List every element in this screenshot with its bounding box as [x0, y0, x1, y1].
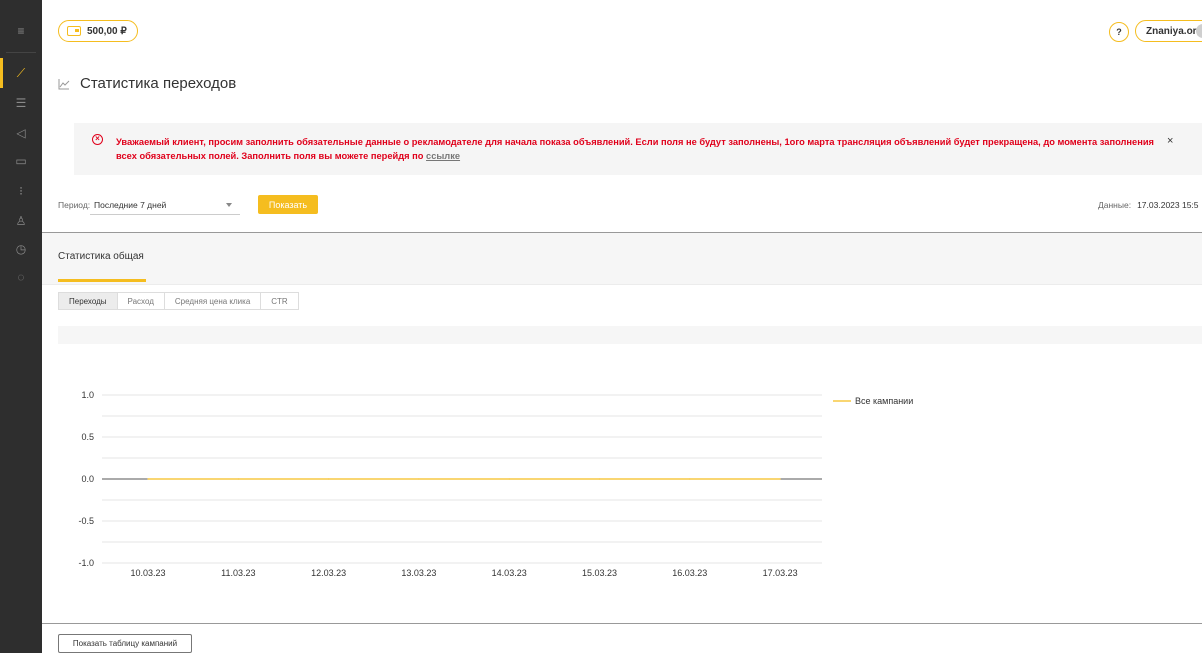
help-button[interactable]: ? — [1109, 22, 1129, 42]
data-label: Данные: — [1098, 200, 1132, 210]
y-tick-label: 0.0 — [81, 474, 94, 484]
error-circle-icon: × — [92, 134, 103, 145]
stats-header: Статистика общая — [42, 233, 1202, 285]
show-button[interactable]: Показать — [258, 195, 318, 214]
data-point — [237, 478, 239, 480]
sidebar-active-indicator — [0, 58, 3, 88]
tab-spend[interactable]: Расход — [117, 293, 165, 309]
stats-title-underline — [58, 279, 146, 282]
legend-label: Все кампании — [855, 396, 913, 406]
y-tick-label: -0.5 — [78, 516, 94, 526]
y-tick-label: 1.0 — [81, 390, 94, 400]
sidebar: ≡ ⟋ ☰ ◁ ▭ ⁝ ♙ ◷ ◌ — [0, 0, 42, 653]
line-chart: 1.0 0.5 0.0 -0.5 -1.0 10.03.23 11.03.23 12.03.2… — [78, 390, 913, 578]
card-icon[interactable]: ▭ — [8, 150, 34, 172]
chart-icon[interactable]: ⟋ — [8, 62, 34, 84]
account-button[interactable]: Znaniya.org — [1135, 20, 1202, 42]
x-tick-label: 13.03.23 — [401, 568, 436, 578]
bottom-divider — [42, 623, 1202, 624]
alert-banner: × Уважаемый клиент, просим заполнить обя… — [74, 123, 1202, 175]
chevron-down-icon — [226, 203, 232, 207]
users-icon[interactable]: ♙ — [8, 210, 34, 232]
account-name: Znaniya.org — [1146, 25, 1202, 37]
data-value: 17.03.2023 15:5 — [1137, 200, 1199, 210]
page-title-text: Статистика переходов — [80, 75, 237, 92]
period-label: Период: — [58, 200, 91, 210]
close-icon[interactable]: × — [1167, 135, 1173, 147]
chart-toolbar — [58, 326, 1202, 344]
data-point — [598, 478, 601, 480]
balance-badge[interactable]: 500,00 ₽ — [58, 20, 138, 42]
filter-list-icon[interactable]: ⁝ — [8, 180, 34, 202]
tab-clicks[interactable]: Переходы — [59, 293, 118, 309]
stats-title: Статистика общая — [58, 251, 144, 262]
y-tick-label: -1.0 — [78, 558, 94, 568]
show-campaign-table-button[interactable]: Показать таблицу кампаний — [58, 634, 192, 653]
tab-avg-cpc[interactable]: Средняя цена клика — [164, 293, 262, 309]
tab-ctr[interactable]: CTR — [261, 293, 298, 309]
x-tick-label: 15.03.23 — [582, 568, 617, 578]
data-info: Данные: 17.03.2023 15:5 — [1098, 200, 1202, 210]
topbar: 500,00 ₽ ? Znaniya.org — [42, 0, 1202, 60]
chat-icon[interactable]: ◌ — [8, 266, 34, 288]
line-chart-icon — [58, 78, 70, 89]
x-tick-label: 17.03.23 — [763, 568, 798, 578]
x-tick-label: 11.03.23 — [221, 568, 255, 578]
megaphone-icon[interactable]: ◁ — [8, 122, 34, 144]
page-title: Статистика переходов — [58, 75, 236, 92]
data-point — [508, 478, 510, 480]
x-tick-label: 14.03.23 — [492, 568, 527, 578]
list-icon[interactable]: ☰ — [8, 92, 34, 114]
alert-message: Уважаемый клиент, просим заполнить обяза… — [116, 137, 1154, 161]
period-value: Последние 7 дней — [94, 200, 167, 210]
filter-row: Период: Последние 7 дней Показать Данные… — [58, 195, 1202, 217]
data-point — [689, 478, 691, 480]
alert-text: Уважаемый клиент, просим заполнить обяза… — [116, 135, 1156, 163]
data-point — [328, 478, 330, 480]
menu-icon[interactable]: ≡ — [8, 20, 34, 42]
x-tick-label: 16.03.23 — [672, 568, 707, 578]
sidebar-divider — [6, 52, 36, 53]
main-content: 500,00 ₽ ? Znaniya.org Статистика перехо… — [42, 0, 1202, 653]
data-point — [779, 478, 781, 480]
period-select[interactable]: Последние 7 дней — [90, 195, 240, 215]
stats-tabs: Переходы Расход Средняя цена клика CTR — [58, 292, 299, 310]
x-tick-label: 10.03.23 — [130, 568, 165, 578]
alert-link[interactable]: ссылке — [426, 151, 460, 161]
clock-icon[interactable]: ◷ — [8, 238, 34, 260]
y-tick-label: 0.5 — [81, 432, 94, 442]
wallet-icon — [67, 26, 81, 36]
data-point — [147, 478, 149, 480]
balance-value: 500,00 ₽ — [87, 25, 127, 37]
x-tick-label: 12.03.23 — [311, 568, 346, 578]
data-point — [418, 478, 420, 480]
